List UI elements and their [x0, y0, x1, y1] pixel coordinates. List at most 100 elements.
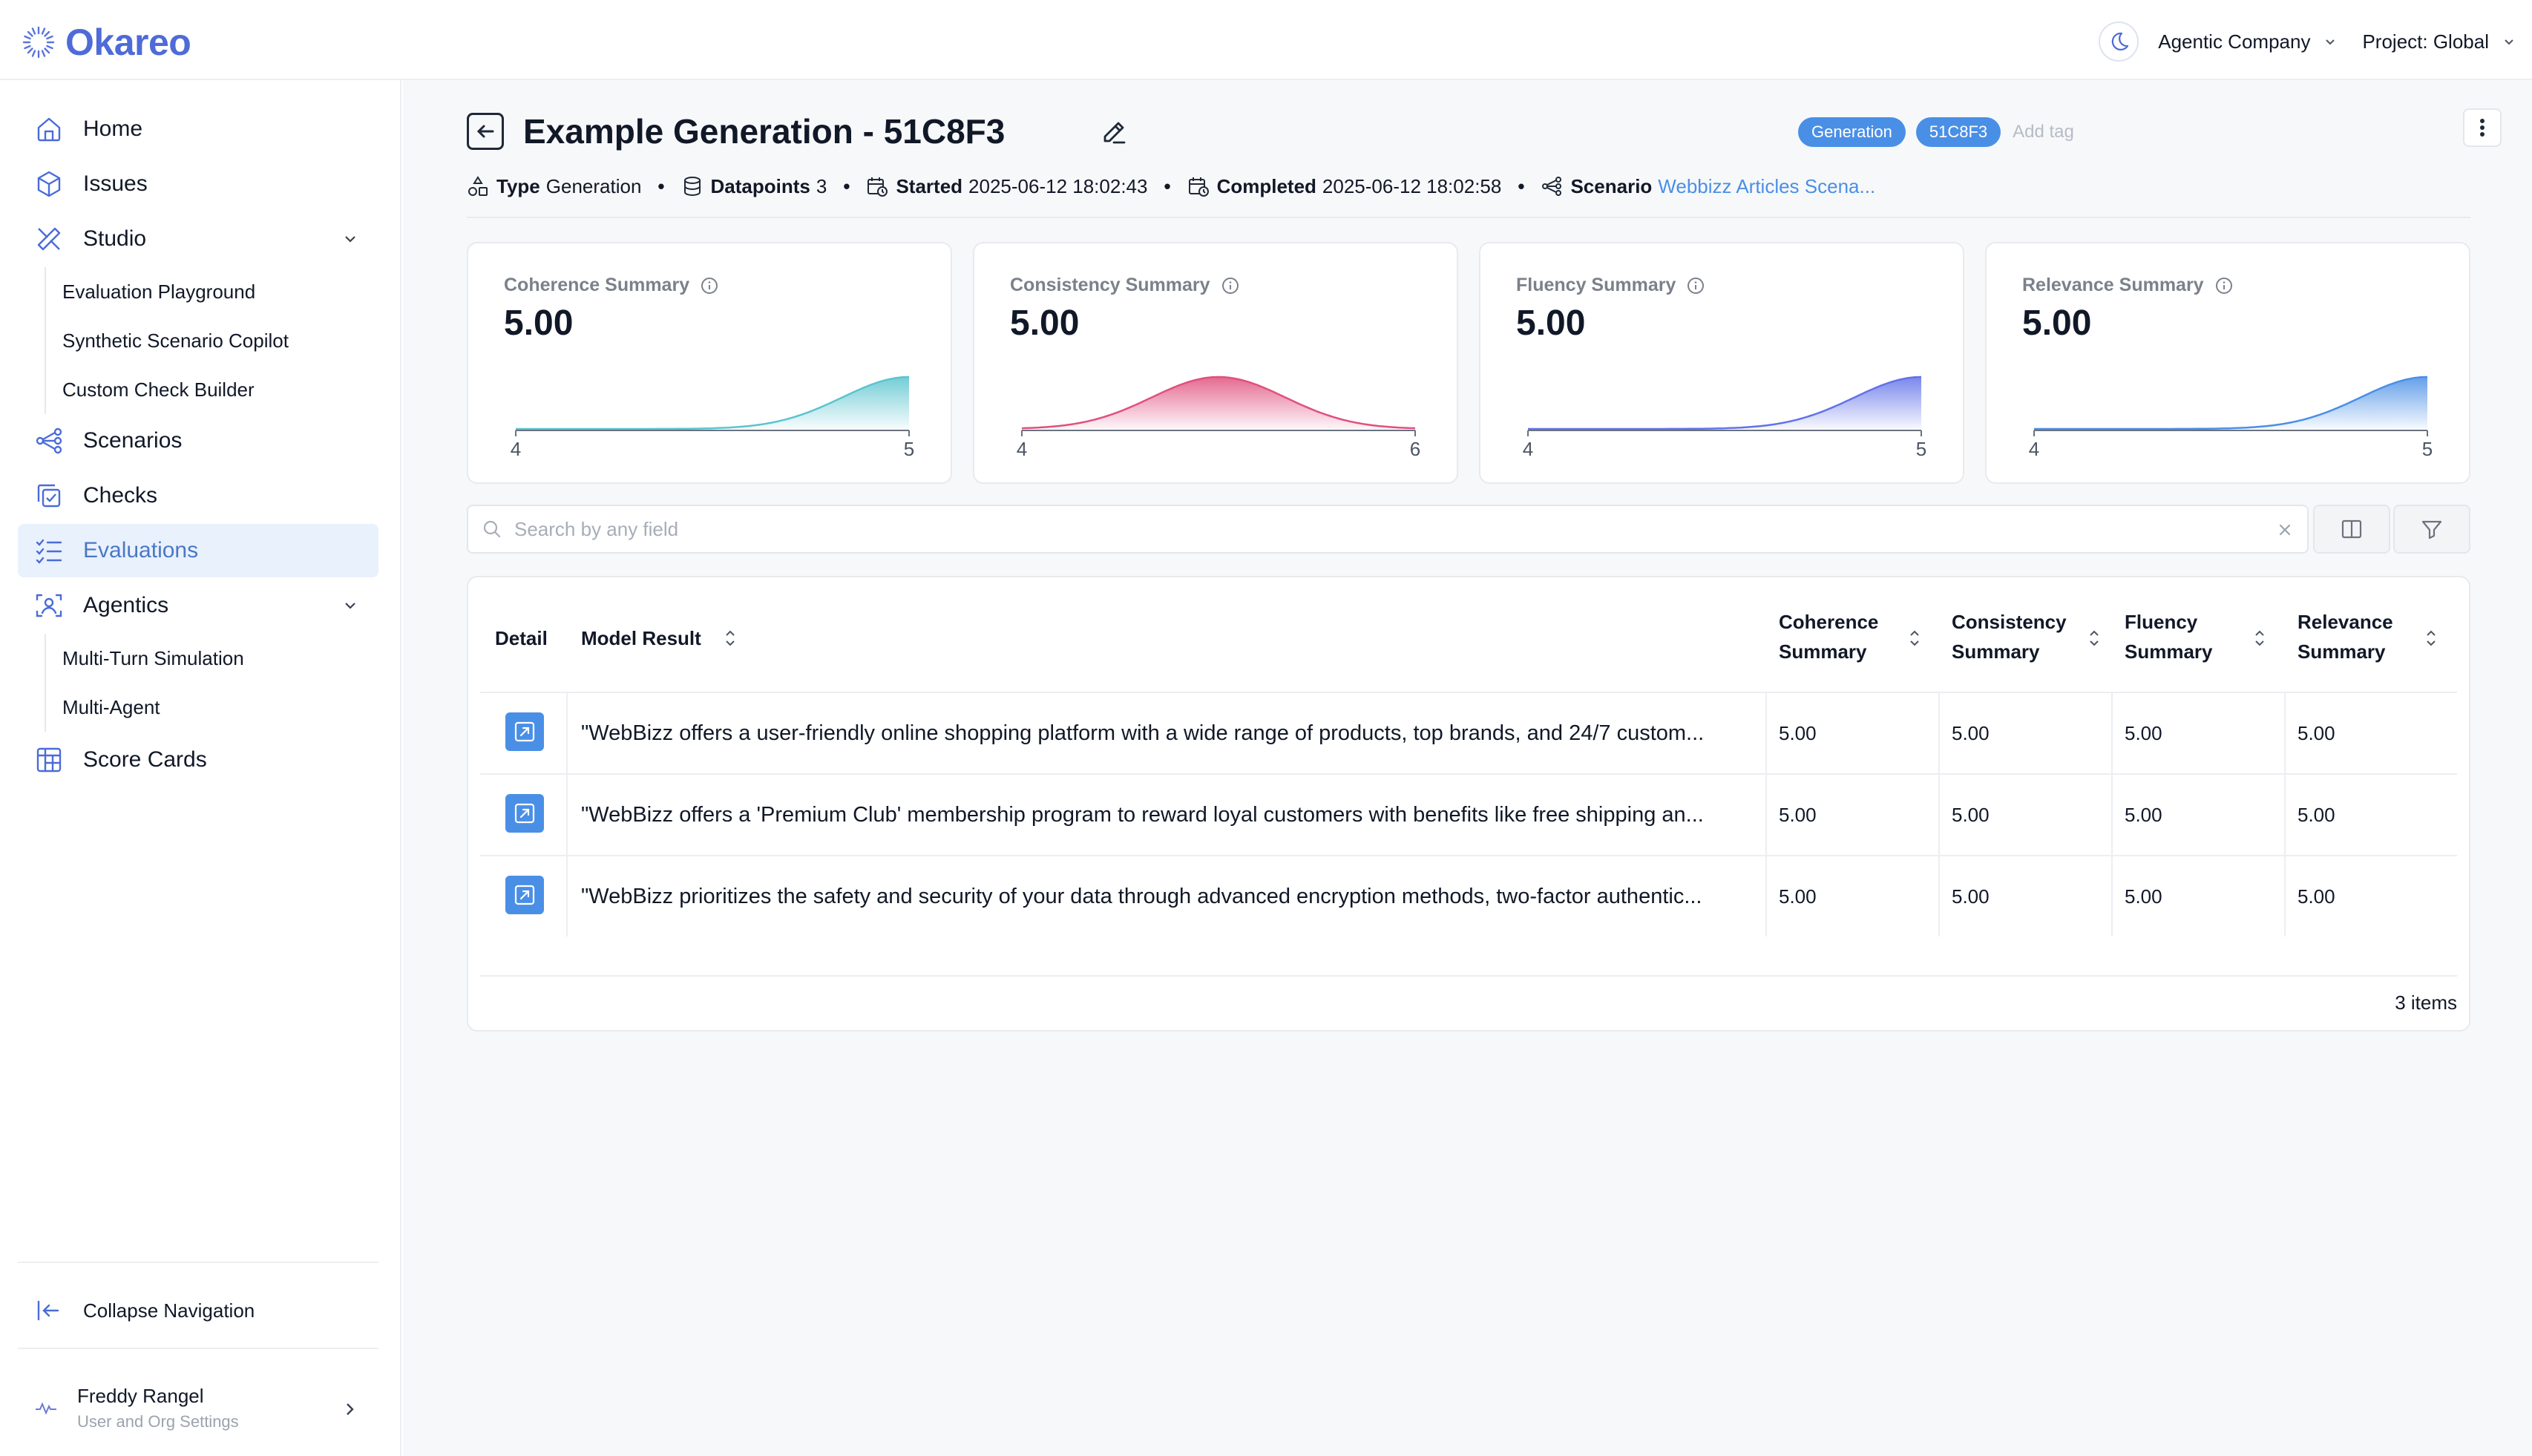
- arrow-left-icon: [476, 125, 494, 138]
- coherence-cell: 5.00: [1779, 804, 1817, 826]
- database-icon: [683, 177, 701, 197]
- sidebar-item-evaluations[interactable]: Evaluations: [18, 524, 378, 577]
- meta-started: Started 2025-06-12 18:02:43: [866, 175, 1147, 198]
- logo[interactable]: Okareo: [21, 21, 191, 64]
- back-button[interactable]: [467, 113, 504, 150]
- add-tag-button[interactable]: Add tag: [2013, 122, 2074, 142]
- divider: [1938, 693, 1940, 937]
- okareo-logo-icon: [22, 26, 55, 59]
- collapse-left-icon: [37, 1300, 59, 1321]
- open-detail-button[interactable]: [505, 794, 544, 833]
- sidebar-item-agentics[interactable]: Agentics: [18, 579, 378, 632]
- sort-icon[interactable]: [2086, 627, 2102, 649]
- column-header-fluency-summary[interactable]: Fluency Summary: [2125, 607, 2213, 666]
- sidebar-item-studio[interactable]: Studio: [18, 212, 378, 266]
- more-options-button[interactable]: [2463, 108, 2502, 147]
- scenarios-icon: [1542, 177, 1562, 196]
- sort-icon[interactable]: [1906, 627, 1923, 649]
- sidebar-item-scenarios[interactable]: Scenarios: [18, 414, 378, 468]
- divider: [18, 1262, 378, 1263]
- collapse-navigation-button[interactable]: Collapse Navigation: [18, 1284, 378, 1337]
- axis-max-label: 5: [1916, 438, 1926, 460]
- sidebar-subitem-evaluation-playground[interactable]: Evaluation Playground: [46, 267, 289, 316]
- sidebar-item-label: Checks: [83, 483, 158, 508]
- items-count: 3 items: [2395, 991, 2457, 1014]
- divider: [1765, 693, 1767, 937]
- open-detail-button[interactable]: [505, 876, 544, 914]
- calendar-clock-icon: [867, 177, 888, 197]
- scenario-link[interactable]: Webbizz Articles Scena...: [1658, 175, 1875, 198]
- expand-icon: [514, 803, 535, 824]
- close-icon[interactable]: [2276, 521, 2294, 539]
- divider: [566, 693, 568, 937]
- sidebar-subitem-synthetic-scenario-copilot[interactable]: Synthetic Scenario Copilot: [46, 316, 289, 365]
- x-axis: [1527, 430, 1922, 436]
- studio-submenu: Evaluation Playground Synthetic Scenario…: [45, 267, 289, 414]
- sidebar: Home Issues Studio Evaluation Playground…: [0, 80, 401, 1456]
- sort-icon[interactable]: [2423, 627, 2439, 649]
- column-header-consistency-summary[interactable]: Consistency Summary: [1952, 607, 2067, 666]
- cube-icon: [37, 171, 61, 197]
- column-header-relevance-summary[interactable]: Relevance Summary: [2298, 607, 2393, 666]
- org-selector-label[interactable]: Agentic Company: [2158, 30, 2310, 53]
- tag-badge[interactable]: Generation: [1798, 117, 1906, 147]
- agent-scan-icon: [36, 594, 62, 617]
- tag-badge[interactable]: 51C8F3: [1915, 117, 2001, 147]
- pulse-icon: [36, 1402, 56, 1415]
- chevron-down-icon[interactable]: [2501, 33, 2517, 50]
- model-result-cell: "WebBizz offers a user-friendly online s…: [581, 721, 1705, 745]
- sidebar-item-home[interactable]: Home: [18, 102, 378, 156]
- expand-icon: [514, 721, 535, 742]
- divider: [18, 1348, 378, 1349]
- calendar-clock-icon: [1188, 177, 1209, 197]
- sidebar-subitem-custom-check-builder[interactable]: Custom Check Builder: [46, 365, 289, 414]
- coherence-summary-card: Coherence Summary 5.00 45: [467, 242, 952, 484]
- meta-datapoints: Datapoints 3: [681, 175, 827, 198]
- column-header-coherence-summary[interactable]: Coherence Summary: [1779, 607, 1878, 666]
- chevron-down-icon[interactable]: [341, 597, 359, 614]
- filter-button[interactable]: [2393, 505, 2470, 554]
- edit-icon[interactable]: [1099, 117, 1129, 147]
- tag-list: Generation 51C8F3 Add tag: [1798, 117, 2074, 147]
- chevron-right-icon: [347, 1403, 354, 1415]
- divider: [2284, 693, 2286, 937]
- main-content: Example Generation - 51C8F3 Generation 5…: [403, 80, 2532, 1456]
- fluency-summary-card: Fluency Summary 5.00 45: [1479, 242, 1964, 484]
- chevron-down-icon[interactable]: [341, 230, 359, 248]
- page-title: Example Generation - 51C8F3: [523, 112, 1006, 151]
- sidebar-subitem-multi-turn-simulation[interactable]: Multi-Turn Simulation: [46, 634, 244, 683]
- meta-completed: Completed 2025-06-12 18:02:58: [1187, 175, 1501, 198]
- collapse-navigation-label: Collapse Navigation: [83, 1299, 255, 1322]
- user-settings-button[interactable]: Freddy Rangel User and Org Settings: [18, 1374, 378, 1441]
- coherence-cell: 5.00: [1779, 885, 1817, 908]
- axis-max-label: 6: [1410, 438, 1420, 460]
- relevance-cell: 5.00: [2298, 885, 2335, 908]
- sidebar-item-issues[interactable]: Issues: [18, 157, 378, 211]
- divider: [480, 692, 2457, 693]
- user-name: Freddy Rangel: [77, 1384, 204, 1407]
- relevance-cell: 5.00: [2298, 804, 2335, 826]
- divider: [480, 773, 2457, 775]
- agentics-submenu: Multi-Turn Simulation Multi-Agent: [45, 634, 244, 732]
- meta-type: Type Generation: [467, 175, 641, 198]
- meta-scenario: Scenario Webbizz Articles Scena...: [1541, 175, 1875, 198]
- sort-icon[interactable]: [722, 627, 738, 649]
- project-selector-label[interactable]: Project: Global: [2362, 30, 2489, 53]
- consistency-cell: 5.00: [1952, 885, 1990, 908]
- table-icon: [36, 747, 62, 773]
- search-bar: [467, 505, 2309, 554]
- chevron-down-icon[interactable]: [2322, 33, 2338, 50]
- sidebar-item-checks[interactable]: Checks: [18, 469, 378, 522]
- sidebar-item-score-cards[interactable]: Score Cards: [18, 733, 378, 787]
- open-detail-button[interactable]: [505, 712, 544, 751]
- search-input[interactable]: [514, 517, 2221, 541]
- sidebar-subitem-multi-agent[interactable]: Multi-Agent: [46, 683, 244, 732]
- sort-icon[interactable]: [2251, 627, 2268, 649]
- user-subtitle: User and Org Settings: [77, 1411, 239, 1431]
- theme-toggle-button[interactable]: [2099, 22, 2139, 62]
- sidebar-item-label: Issues: [83, 171, 148, 196]
- columns-toggle-button[interactable]: [2313, 505, 2390, 554]
- column-header-model-result[interactable]: Model Result: [581, 623, 701, 653]
- consistency-summary-card: Consistency Summary 5.00 46: [973, 242, 1458, 484]
- coherence-cell: 5.00: [1779, 722, 1817, 744]
